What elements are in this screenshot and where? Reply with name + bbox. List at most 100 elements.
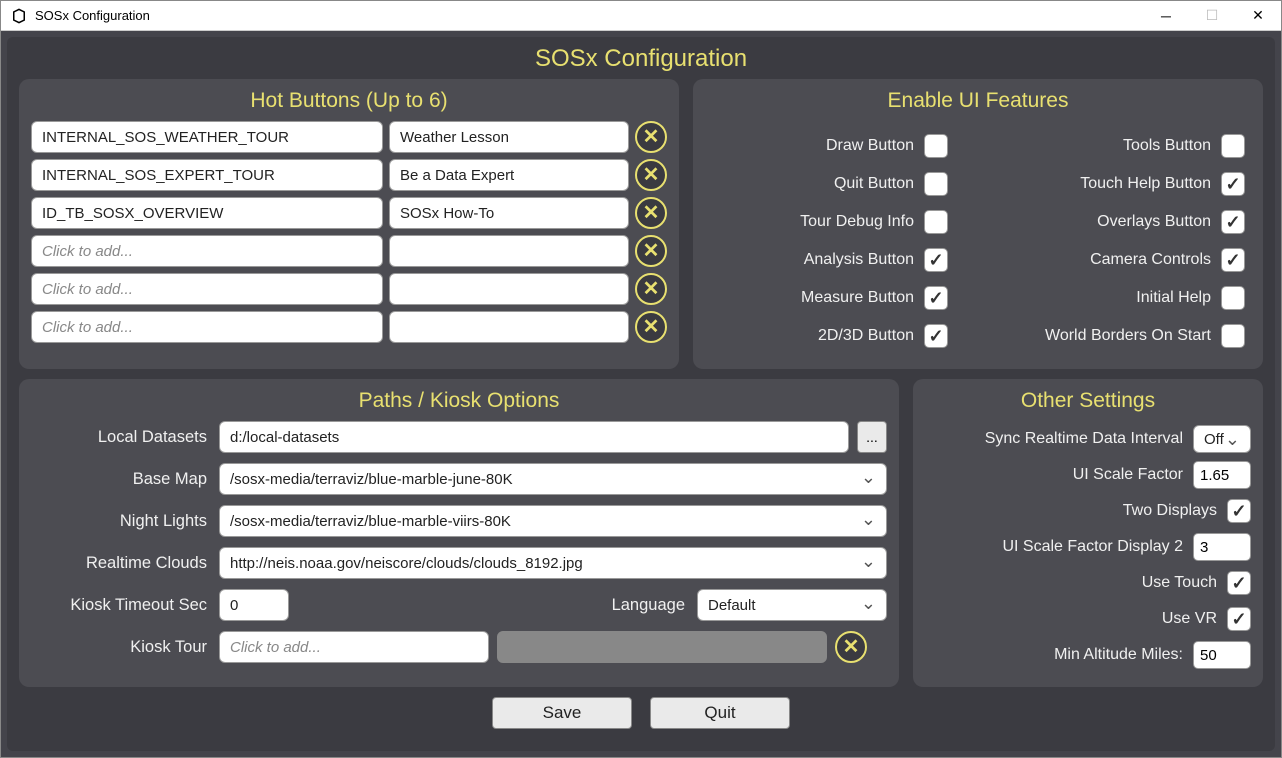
hot-button-id-input[interactable] <box>31 311 383 343</box>
hot-button-id-input[interactable] <box>31 197 383 229</box>
use-vr-checkbox[interactable] <box>1227 607 1251 631</box>
feature-label: Analysis Button <box>804 251 914 269</box>
feature-row: Initial Help <box>1008 279 1245 317</box>
min-altitude-label: Min Altitude Miles: <box>1054 646 1183 664</box>
night-lights-label: Night Lights <box>31 512 211 531</box>
window-controls: ─ ☐ ✕ <box>1143 1 1281 31</box>
two-displays-checkbox[interactable] <box>1227 499 1251 523</box>
ui-scale2-label: UI Scale Factor Display 2 <box>1002 538 1183 556</box>
feature-row: Tools Button <box>1008 127 1245 165</box>
feature-row: Tour Debug Info <box>711 203 948 241</box>
x-icon: ✕ <box>643 203 660 223</box>
hot-button-row: ✕ <box>31 197 667 229</box>
x-icon: ✕ <box>643 317 660 337</box>
min-altitude-input[interactable] <box>1193 641 1251 669</box>
base-map-label: Base Map <box>31 470 211 489</box>
use-vr-label: Use VR <box>1162 610 1217 628</box>
hot-button-label-input[interactable] <box>389 121 629 153</box>
kiosk-tour-label: Kiosk Tour <box>31 638 211 657</box>
ui-features-panel: Enable UI Features Draw Button Tools But… <box>693 79 1263 369</box>
hot-button-delete-button[interactable]: ✕ <box>635 273 667 305</box>
minimize-button[interactable]: ─ <box>1143 1 1189 31</box>
language-select[interactable]: Default <box>697 589 887 621</box>
other-settings-panel: Other Settings Sync Realtime Data Interv… <box>913 379 1263 687</box>
base-map-select[interactable]: /sosx-media/terraviz/blue-marble-june-80… <box>219 463 887 495</box>
feature-row: Draw Button <box>711 127 948 165</box>
feature-checkbox[interactable] <box>1221 210 1245 234</box>
local-datasets-browse-button[interactable]: ... <box>857 421 887 453</box>
feature-row: Analysis Button <box>711 241 948 279</box>
feature-checkbox[interactable] <box>924 286 948 310</box>
quit-button[interactable]: Quit <box>650 697 790 729</box>
hot-button-label-input[interactable] <box>389 311 629 343</box>
night-lights-select[interactable]: /sosx-media/terraviz/blue-marble-viirs-8… <box>219 505 887 537</box>
close-button[interactable]: ✕ <box>1235 1 1281 31</box>
realtime-clouds-select[interactable]: http://neis.noaa.gov/neiscore/clouds/clo… <box>219 547 887 579</box>
hot-button-delete-button[interactable]: ✕ <box>635 197 667 229</box>
feature-checkbox[interactable] <box>1221 324 1245 348</box>
feature-checkbox[interactable] <box>924 134 948 158</box>
use-touch-checkbox[interactable] <box>1227 571 1251 595</box>
feature-label: Overlays Button <box>1097 213 1211 231</box>
hot-buttons-panel: Hot Buttons (Up to 6) ✕ ✕ ✕ ✕ ✕ ✕ <box>19 79 679 369</box>
language-label: Language <box>612 596 689 615</box>
feature-checkbox[interactable] <box>924 324 948 348</box>
feature-row: Touch Help Button <box>1008 165 1245 203</box>
other-settings-title: Other Settings <box>925 387 1251 421</box>
kiosk-tour-id-input[interactable] <box>219 631 489 663</box>
kiosk-tour-delete-button[interactable]: ✕ <box>835 631 867 663</box>
hot-button-label-input[interactable] <box>389 273 629 305</box>
feature-label: 2D/3D Button <box>818 327 914 345</box>
feature-checkbox[interactable] <box>924 248 948 272</box>
hot-button-delete-button[interactable]: ✕ <box>635 235 667 267</box>
feature-checkbox[interactable] <box>1221 172 1245 196</box>
feature-checkbox[interactable] <box>1221 134 1245 158</box>
kiosk-timeout-input[interactable] <box>219 589 289 621</box>
save-button[interactable]: Save <box>492 697 632 729</box>
app-body: SOSx Configuration Hot Buttons (Up to 6)… <box>1 31 1281 757</box>
paths-panel: Paths / Kiosk Options Local Datasets ...… <box>19 379 899 687</box>
hot-button-row: ✕ <box>31 121 667 153</box>
window-title: SOSx Configuration <box>35 8 1143 23</box>
maximize-button[interactable]: ☐ <box>1189 1 1235 31</box>
hot-button-label-input[interactable] <box>389 159 629 191</box>
hot-button-delete-button[interactable]: ✕ <box>635 311 667 343</box>
feature-checkbox[interactable] <box>1221 286 1245 310</box>
x-icon: ✕ <box>643 241 660 261</box>
ui-scale-input[interactable] <box>1193 461 1251 489</box>
feature-label: Draw Button <box>826 137 914 155</box>
feature-label: World Borders On Start <box>1045 327 1211 345</box>
hot-buttons-title: Hot Buttons (Up to 6) <box>31 87 667 121</box>
feature-checkbox[interactable] <box>1221 248 1245 272</box>
titlebar: SOSx Configuration ─ ☐ ✕ <box>1 1 1281 31</box>
paths-title: Paths / Kiosk Options <box>31 387 887 421</box>
hot-button-delete-button[interactable]: ✕ <box>635 159 667 191</box>
hot-button-id-input[interactable] <box>31 235 383 267</box>
ui-scale2-input[interactable] <box>1193 533 1251 561</box>
hot-button-id-input[interactable] <box>31 121 383 153</box>
app-window: SOSx Configuration ─ ☐ ✕ SOSx Configurat… <box>0 0 1282 758</box>
hot-button-id-input[interactable] <box>31 273 383 305</box>
hot-button-id-input[interactable] <box>31 159 383 191</box>
ui-scale-label: UI Scale Factor <box>1073 466 1183 484</box>
hot-button-delete-button[interactable]: ✕ <box>635 121 667 153</box>
x-icon: ✕ <box>643 127 660 147</box>
sync-interval-select[interactable]: Off <box>1193 425 1251 453</box>
feature-label: Quit Button <box>834 175 914 193</box>
feature-row: Measure Button <box>711 279 948 317</box>
x-icon: ✕ <box>643 165 660 185</box>
use-touch-label: Use Touch <box>1142 574 1217 592</box>
hot-button-label-input[interactable] <box>389 197 629 229</box>
feature-row: Overlays Button <box>1008 203 1245 241</box>
feature-checkbox[interactable] <box>924 210 948 234</box>
realtime-clouds-label: Realtime Clouds <box>31 554 211 573</box>
hot-button-label-input[interactable] <box>389 235 629 267</box>
kiosk-tour-label-input[interactable] <box>497 631 827 663</box>
hot-button-row: ✕ <box>31 159 667 191</box>
unity-icon <box>9 6 29 26</box>
main-panel: SOSx Configuration Hot Buttons (Up to 6)… <box>7 37 1275 751</box>
feature-checkbox[interactable] <box>924 172 948 196</box>
local-datasets-input[interactable] <box>219 421 849 453</box>
feature-label: Camera Controls <box>1090 251 1211 269</box>
hot-button-row: ✕ <box>31 311 667 343</box>
